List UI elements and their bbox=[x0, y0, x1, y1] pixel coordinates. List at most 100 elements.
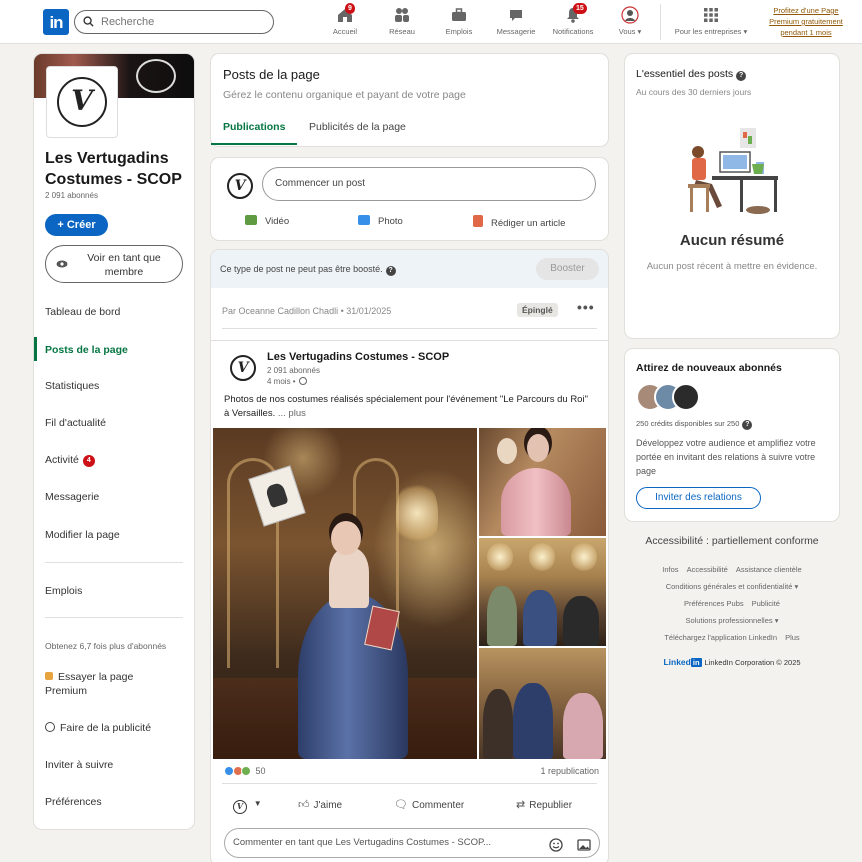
post-author-name[interactable]: Les Vertugadins Costumes - SCOP bbox=[267, 351, 449, 363]
footer-link-help[interactable]: Assistance clientèle bbox=[736, 565, 802, 574]
active-indicator bbox=[34, 337, 37, 361]
pinned-badge: Épinglé bbox=[517, 303, 558, 317]
page-title: Posts de la page bbox=[223, 67, 320, 82]
nav-home[interactable]: 9 Accueil bbox=[317, 3, 373, 40]
nav-business[interactable]: Pour les entreprises ▾ bbox=[670, 6, 752, 40]
image-icon[interactable] bbox=[577, 836, 591, 851]
post-photo-middle-right[interactable] bbox=[479, 538, 606, 646]
photo-button[interactable]: Photo bbox=[358, 215, 403, 227]
v-monogram-icon: V bbox=[233, 800, 247, 814]
nav-network[interactable]: Réseau bbox=[374, 6, 430, 40]
footer-link-more[interactable]: Plus bbox=[785, 633, 800, 642]
footer-link-get-app[interactable]: Téléchargez l'application LinkedIn bbox=[664, 633, 777, 642]
sidebar-item-dashboard[interactable]: Tableau de bord bbox=[45, 306, 120, 318]
divider bbox=[222, 328, 597, 329]
tab-page-ads[interactable]: Publicités de la page bbox=[309, 121, 406, 133]
post-photo-main[interactable] bbox=[213, 428, 477, 759]
nav-business-label: Pour les entreprises ▾ bbox=[674, 27, 748, 36]
invite-connections-button[interactable]: Inviter des relations bbox=[636, 487, 761, 509]
linkedin-logo[interactable]: in bbox=[43, 9, 69, 35]
sidebar-item-edit-page[interactable]: Modifier la page bbox=[45, 529, 120, 541]
sidebar-item-preferences[interactable]: Préférences bbox=[45, 796, 102, 808]
sidebar-item-activity[interactable]: Activité 4 bbox=[45, 454, 95, 467]
video-button[interactable]: Vidéo bbox=[245, 215, 289, 227]
tab-publications[interactable]: Publications bbox=[223, 121, 285, 133]
page-name[interactable]: Les Vertugadins Costumes - SCOP bbox=[45, 148, 190, 190]
sidebar-item-jobs[interactable]: Emplois bbox=[45, 585, 82, 597]
advertise-link[interactable]: Faire de la publicité bbox=[45, 722, 151, 734]
grow-followers-card: Attirez de nouveaux abonnés 250 crédits … bbox=[625, 349, 839, 521]
post-photo-top-right[interactable] bbox=[479, 428, 606, 536]
help-icon[interactable]: ? bbox=[736, 71, 747, 81]
sidebar-item-messaging[interactable]: Messagerie bbox=[45, 491, 99, 503]
nav-messaging[interactable]: Messagerie bbox=[488, 6, 544, 40]
banner-logo-mark bbox=[136, 59, 176, 93]
person-at-desk-illustration bbox=[688, 128, 778, 214]
emoji-icon[interactable] bbox=[549, 836, 563, 852]
footer-link-business-solutions[interactable]: Solutions professionnelles ▾ bbox=[686, 616, 779, 625]
video-icon bbox=[245, 215, 257, 225]
more-options-icon[interactable]: ••• bbox=[577, 299, 595, 315]
search-input[interactable] bbox=[101, 14, 266, 30]
nav-jobs[interactable]: Emplois bbox=[431, 6, 487, 40]
page-logo[interactable]: V bbox=[46, 66, 118, 138]
message-icon bbox=[507, 6, 525, 24]
write-article-button[interactable]: Rédiger un article bbox=[473, 215, 565, 229]
sidebar-item-statistics[interactable]: Statistiques bbox=[45, 380, 99, 392]
premium-offer-link[interactable]: Profitez d'une Page Premium gratuitement… bbox=[760, 5, 852, 38]
footer-link-about[interactable]: Infos bbox=[662, 565, 678, 574]
divider bbox=[211, 340, 608, 341]
like-button[interactable]: 👍︎ J'aime bbox=[298, 798, 342, 811]
summary-title-text: L'essentiel des posts bbox=[636, 68, 734, 80]
divider bbox=[222, 783, 597, 784]
reaction-icons[interactable]: 50 bbox=[224, 766, 266, 776]
boost-note: Ce type de post ne peut pas être boosté.… bbox=[220, 264, 396, 276]
repost-count[interactable]: 1 republication bbox=[540, 766, 599, 776]
footer-row: Solutions professionnelles ▾ bbox=[625, 616, 839, 625]
boost-note-text: Ce type de post ne peut pas être boosté. bbox=[220, 264, 383, 274]
post-author-avatar[interactable]: V bbox=[228, 353, 258, 383]
model-head bbox=[331, 521, 361, 555]
try-premium-label: Essayer la page Premium bbox=[45, 671, 134, 697]
no-summary-title: Aucun résumé bbox=[679, 232, 785, 249]
comment-button[interactable]: 🗨︎ Commenter bbox=[394, 798, 464, 811]
sidebar-item-invite[interactable]: Inviter à suivre bbox=[45, 759, 113, 771]
try-premium-link[interactable]: Essayer la page Premium bbox=[45, 670, 175, 698]
footer-link-advertising[interactable]: Publicité bbox=[752, 599, 780, 608]
accessibility-status[interactable]: Accessibilité : partiellement conforme bbox=[625, 535, 839, 547]
see-more-link[interactable]: ... plus bbox=[278, 408, 306, 419]
sidebar-item-feed[interactable]: Fil d'actualité bbox=[45, 417, 106, 429]
nav-network-label: Réseau bbox=[389, 27, 415, 36]
credits-text: 250 crédits disponibles sur 250 bbox=[636, 419, 740, 428]
premium-line: Premium gratuitement bbox=[769, 17, 843, 26]
premium-line: Profitez d'une Page bbox=[773, 6, 839, 15]
footer-link-accessibility[interactable]: Accessibilité bbox=[687, 565, 728, 574]
nav-me[interactable]: Vous ▾ bbox=[602, 6, 658, 40]
post-time: 4 mois • bbox=[267, 377, 307, 386]
v-monogram-logo: V bbox=[57, 77, 107, 127]
v-monogram-logo: V bbox=[227, 173, 253, 199]
help-icon[interactable]: ? bbox=[385, 266, 396, 276]
comment-input[interactable]: Commenter en tant que Les Vertugadins Co… bbox=[224, 828, 600, 858]
repost-button[interactable]: ⇄ Republier bbox=[516, 798, 572, 811]
post-photo-bottom-right[interactable] bbox=[479, 648, 606, 759]
notifications-badge: 15 bbox=[573, 3, 587, 14]
avatar-icon bbox=[621, 6, 639, 24]
start-post-input[interactable]: Commencer un post bbox=[262, 167, 596, 201]
create-button[interactable]: + Créer bbox=[45, 214, 108, 236]
post-author-followers: 2 091 abonnés bbox=[267, 366, 320, 375]
actor-switcher[interactable]: V ▼ bbox=[233, 798, 262, 814]
sidebar-item-page-posts[interactable]: Posts de la page bbox=[45, 344, 128, 356]
grid-icon bbox=[702, 6, 720, 24]
footer-row: Préférences Pubs Publicité bbox=[625, 599, 839, 608]
footer-link-terms[interactable]: Conditions générales et confidentialité … bbox=[666, 582, 799, 591]
footer-link-ad-preferences[interactable]: Préférences Pubs bbox=[684, 599, 744, 608]
boost-button[interactable]: Booster bbox=[536, 258, 599, 280]
search-bar[interactable] bbox=[74, 10, 274, 34]
boost-banner: Ce type de post ne peut pas être boosté.… bbox=[211, 250, 608, 288]
view-as-member-button[interactable]: Voir en tant que membre bbox=[45, 245, 183, 283]
model-head bbox=[527, 434, 549, 462]
nav-notifications[interactable]: 15 Notifications bbox=[545, 3, 601, 40]
repost-icon: ⇄ bbox=[516, 799, 526, 811]
help-icon[interactable]: ? bbox=[742, 420, 753, 430]
